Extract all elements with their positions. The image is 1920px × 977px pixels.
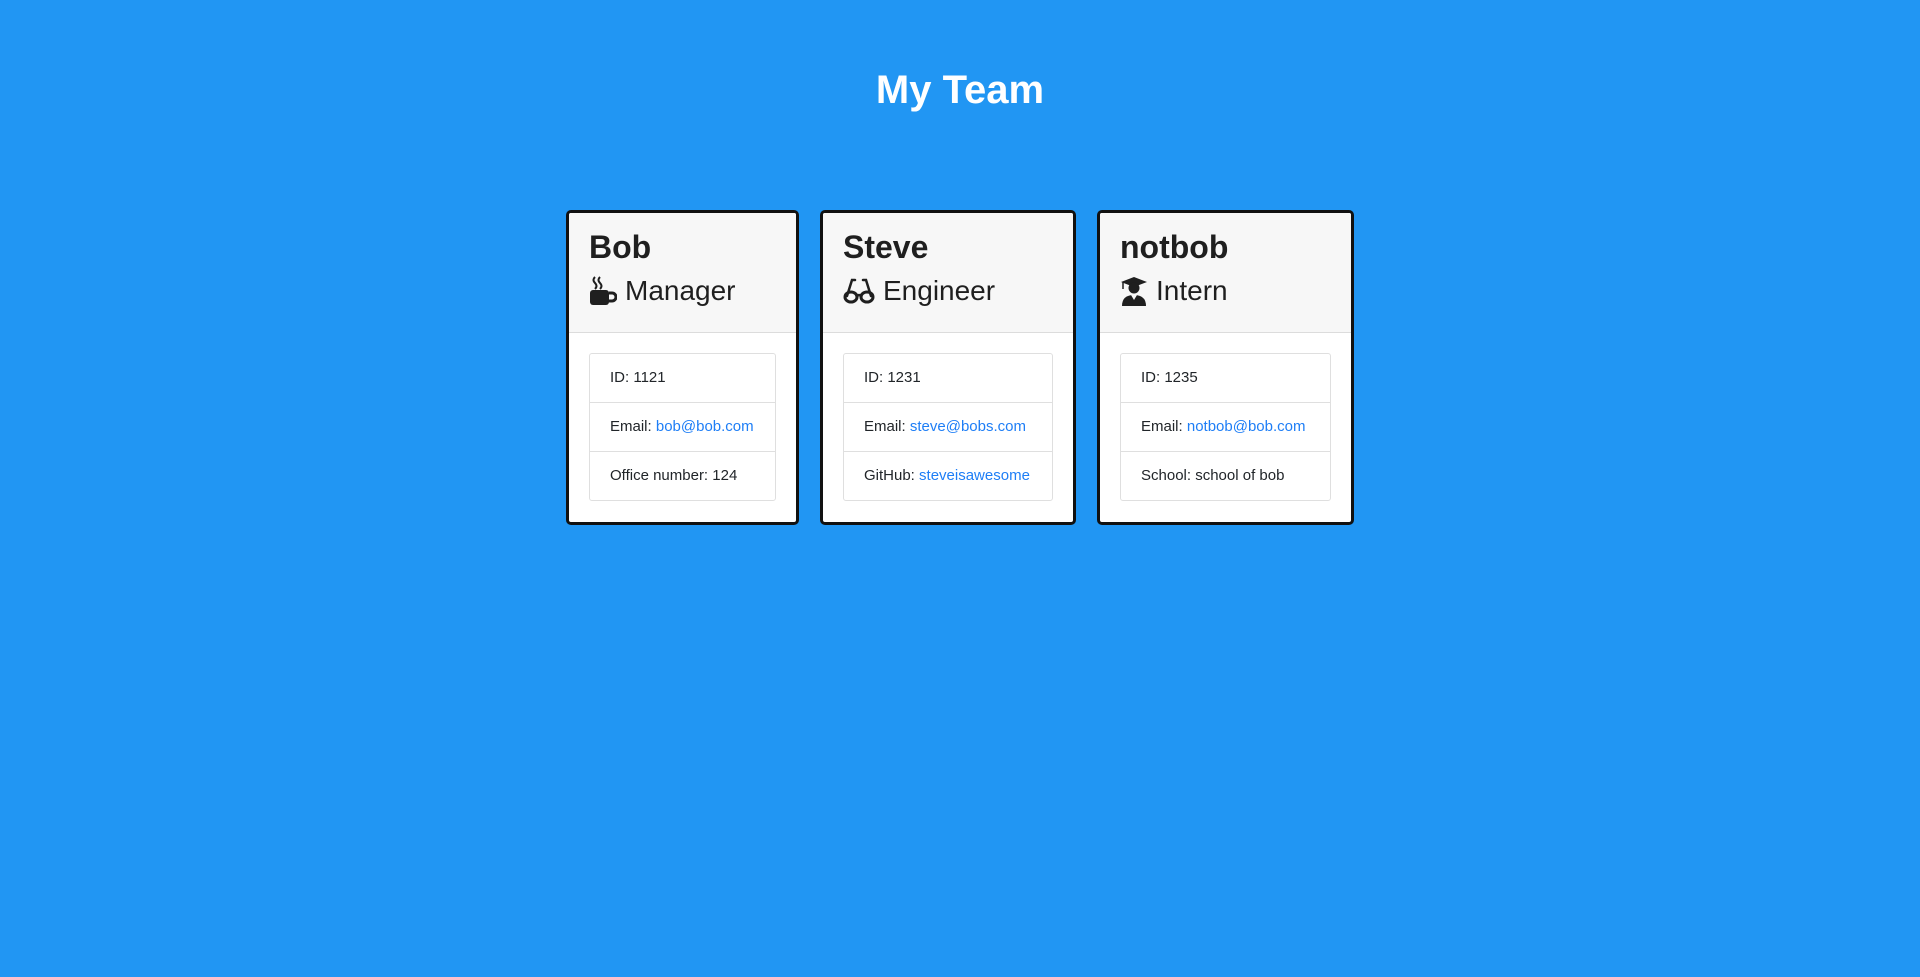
employee-card-intern: notbob Intern ID: 1235 Email: notbob@bob… — [1097, 210, 1354, 525]
email-label: Email: — [864, 418, 906, 435]
card-header: notbob Intern — [1100, 213, 1351, 333]
email-link[interactable]: steve@bobs.com — [910, 418, 1026, 435]
email-link[interactable]: bob@bob.com — [656, 418, 754, 435]
glasses-icon — [843, 276, 875, 306]
card-header: Bob Manager — [569, 213, 796, 333]
employee-name: notbob — [1120, 229, 1229, 265]
employee-details-list: ID: 1121 Email: bob@bob.com Office numbe… — [589, 353, 776, 501]
list-item-office-number: Office number: 124 — [590, 452, 775, 500]
school-label: School: — [1141, 467, 1192, 484]
list-item-email: Email: notbob@bob.com — [1121, 403, 1330, 452]
id-label: ID: — [610, 369, 630, 386]
employee-role-label: Intern — [1156, 275, 1228, 306]
list-item-email: Email: bob@bob.com — [590, 403, 775, 452]
coffee-mug-icon — [589, 276, 618, 306]
id-label: ID: — [1141, 369, 1161, 386]
page-title: My Team — [875, 68, 1045, 112]
employee-details-list: ID: 1235 Email: notbob@bob.com School: s… — [1120, 353, 1331, 501]
employee-name: Bob — [589, 229, 652, 265]
email-label: Email: — [1141, 418, 1183, 435]
email-label: Email: — [610, 418, 652, 435]
graduate-icon — [1120, 276, 1148, 306]
id-value: 1231 — [887, 369, 921, 386]
school-value: school of bob — [1195, 467, 1285, 484]
list-item-id: ID: 1235 — [1121, 354, 1330, 403]
employee-details-list: ID: 1231 Email: steve@bobs.com GitHub: s… — [843, 353, 1053, 501]
list-item-school: School: school of bob — [1121, 452, 1330, 500]
employee-card-engineer: Steve Engineer ID: 1231 Email: steve@bob… — [820, 210, 1076, 525]
office-number-label: Office number: — [610, 467, 709, 484]
card-body: ID: 1231 Email: steve@bobs.com GitHub: s… — [823, 333, 1073, 521]
list-item-github: GitHub: steveisawesome — [844, 452, 1052, 500]
employee-role-label: Engineer — [883, 275, 996, 306]
employee-card-manager: Bob Manager ID: 1121 Email: bob@bob.com — [566, 210, 799, 525]
id-value: 1121 — [633, 369, 666, 386]
employee-name: Steve — [843, 229, 929, 265]
github-link[interactable]: steveisawesome — [919, 467, 1030, 484]
email-link[interactable]: notbob@bob.com — [1187, 418, 1306, 435]
list-item-email: Email: steve@bobs.com — [844, 403, 1052, 452]
employee-role-label: Manager — [625, 275, 736, 306]
card-header: Steve Engineer — [823, 213, 1073, 333]
office-number-value: 124 — [712, 467, 738, 484]
employee-role: Intern — [1120, 273, 1331, 309]
id-value: 1235 — [1164, 369, 1198, 386]
list-item-id: ID: 1231 — [844, 354, 1052, 403]
employee-role: Engineer — [843, 273, 1053, 309]
id-label: ID: — [864, 369, 884, 386]
employee-role: Manager — [589, 273, 776, 309]
card-body: ID: 1235 Email: notbob@bob.com School: s… — [1100, 333, 1351, 521]
list-item-id: ID: 1121 — [590, 354, 775, 403]
github-label: GitHub: — [864, 467, 915, 484]
card-body: ID: 1121 Email: bob@bob.com Office numbe… — [569, 333, 796, 521]
